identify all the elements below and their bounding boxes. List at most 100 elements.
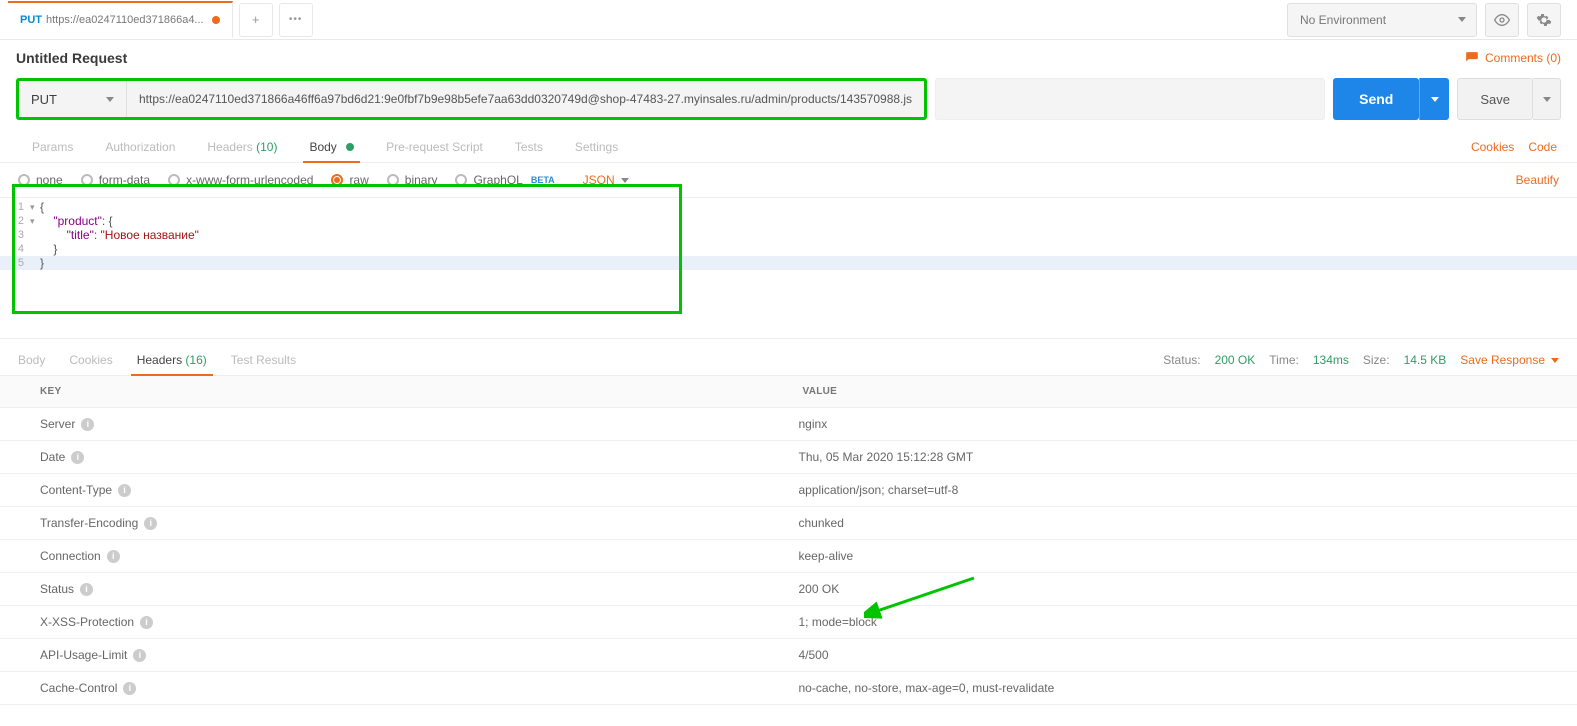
save-split-button[interactable] [1533, 78, 1561, 120]
method-select-value: PUT [31, 92, 57, 107]
table-row: Content-Type iapplication/json; charset=… [0, 474, 1577, 507]
tab-method: PUT [20, 14, 42, 26]
table-row: Date iThu, 05 Mar 2020 15:12:28 GMT [0, 441, 1577, 474]
send-split-button[interactable] [1419, 78, 1449, 120]
header-key: API-Usage-Limit i [0, 639, 789, 671]
header-value: nginx [789, 408, 1577, 440]
header-value: 200 OK [789, 573, 1577, 605]
url-row: PUT Send Save [0, 78, 1577, 128]
url-input[interactable] [127, 81, 924, 117]
comments-link[interactable]: Comments (0) [1465, 51, 1561, 65]
tab-options-button[interactable] [279, 3, 313, 37]
tab-headers[interactable]: Headers (10) [191, 132, 293, 162]
header-key: Date i [0, 441, 789, 473]
header-value: keep-alive [789, 540, 1577, 572]
resp-headers-count: (16) [185, 353, 206, 367]
header-key: Transfer-Encoding i [0, 507, 789, 539]
gear-icon [1536, 12, 1552, 28]
time-label: Time: [1269, 353, 1299, 367]
header-key: Cache-Control i [0, 672, 789, 704]
header-key: Status i [0, 573, 789, 605]
save-response-button[interactable]: Save Response [1460, 353, 1559, 367]
info-icon: i [80, 583, 93, 596]
header-value: Thu, 05 Mar 2020 15:12:28 GMT [789, 441, 1577, 473]
unsaved-dot-icon [212, 16, 220, 24]
header-value: 4/500 [789, 639, 1577, 671]
table-row: Server inginx [0, 408, 1577, 441]
header-key: X-XSS-Protection i [0, 606, 789, 638]
body-type-row: none form-data x-www-form-urlencoded raw… [0, 163, 1577, 198]
response-tabs: Body Cookies Headers (16) Test Results S… [0, 339, 1577, 376]
tab-headers-label: Headers [207, 140, 252, 154]
body-format-select[interactable]: JSON [583, 173, 629, 187]
info-icon: i [81, 418, 94, 431]
request-title[interactable]: Untitled Request [16, 50, 127, 66]
info-icon: i [144, 517, 157, 530]
table-row: X-XSS-Protection i1; mode=block [0, 606, 1577, 639]
tab-title: https://ea0247110ed371866a4... [46, 14, 204, 26]
resp-tab-cookies[interactable]: Cookies [57, 345, 124, 375]
url-extra-box[interactable] [935, 78, 1325, 120]
table-row: Cache-Control ino-cache, no-store, max-a… [0, 672, 1577, 705]
table-row: Transfer-Encoding ichunked [0, 507, 1577, 540]
info-icon: i [123, 682, 136, 695]
header-key: Server i [0, 408, 789, 440]
method-select[interactable]: PUT [19, 81, 127, 117]
new-tab-button[interactable]: + [239, 3, 273, 37]
cookies-link[interactable]: Cookies [1471, 140, 1514, 154]
top-bar: PUT https://ea0247110ed371866a4... + No … [0, 0, 1577, 40]
body-raw[interactable]: raw [331, 173, 368, 187]
tab-body-label: Body [309, 140, 336, 154]
response-section: Body Cookies Headers (16) Test Results S… [0, 338, 1577, 705]
tab-params[interactable]: Params [16, 132, 89, 162]
tab-body[interactable]: Body [293, 132, 370, 162]
info-icon: i [133, 649, 146, 662]
tab-tests[interactable]: Tests [499, 132, 559, 162]
save-button[interactable]: Save [1457, 78, 1533, 120]
body-graphql[interactable]: GraphQLBETA [455, 173, 554, 187]
tab-prerequest[interactable]: Pre-request Script [370, 132, 499, 162]
resp-tab-testresults[interactable]: Test Results [219, 345, 308, 375]
request-tab[interactable]: PUT https://ea0247110ed371866a4... [8, 1, 233, 38]
title-row: Untitled Request Comments (0) [0, 40, 1577, 78]
status-value: 200 OK [1215, 353, 1256, 367]
settings-button[interactable] [1527, 3, 1561, 37]
headers-table-header: KEY VALUE [0, 376, 1577, 408]
info-icon: i [140, 616, 153, 629]
size-label: Size: [1363, 353, 1390, 367]
comment-icon [1465, 51, 1479, 65]
body-none[interactable]: none [18, 173, 63, 187]
tab-settings[interactable]: Settings [559, 132, 634, 162]
status-label: Status: [1163, 353, 1200, 367]
beautify-button[interactable]: Beautify [1516, 173, 1559, 187]
body-xwww[interactable]: x-www-form-urlencoded [168, 173, 313, 187]
body-editor[interactable]: 1▾{ 2▾ "product": { 3 "title": "Новое на… [0, 198, 1577, 270]
header-value: chunked [789, 507, 1577, 539]
header-value: 1; mode=block [789, 606, 1577, 638]
radio-selected-icon [331, 174, 343, 186]
send-button[interactable]: Send [1333, 78, 1419, 120]
body-indicator-dot-icon [346, 143, 354, 151]
header-value: application/json; charset=utf-8 [789, 474, 1577, 506]
resp-tab-body[interactable]: Body [6, 345, 57, 375]
body-binary[interactable]: binary [387, 173, 438, 187]
table-row: Status i200 OK [0, 573, 1577, 606]
method-url-wrap: PUT [16, 78, 927, 120]
headers-table: Server inginxDate iThu, 05 Mar 2020 15:1… [0, 408, 1577, 705]
header-key: Content-Type i [0, 474, 789, 506]
code-link[interactable]: Code [1528, 140, 1557, 154]
header-key: Connection i [0, 540, 789, 572]
comments-label: Comments (0) [1485, 51, 1561, 65]
body-formdata[interactable]: form-data [81, 173, 150, 187]
request-tabs: Params Authorization Headers (10) Body P… [0, 128, 1577, 163]
time-value: 134ms [1313, 353, 1349, 367]
header-value: no-cache, no-store, max-age=0, must-reva… [789, 672, 1577, 704]
size-value: 14.5 KB [1404, 353, 1447, 367]
tab-authorization[interactable]: Authorization [89, 132, 191, 162]
eye-icon [1494, 12, 1510, 28]
environment-select[interactable]: No Environment [1287, 3, 1477, 37]
col-value: VALUE [789, 376, 852, 407]
resp-headers-label: Headers [137, 353, 182, 367]
environment-preview-button[interactable] [1485, 3, 1519, 37]
resp-tab-headers[interactable]: Headers (16) [125, 345, 219, 375]
